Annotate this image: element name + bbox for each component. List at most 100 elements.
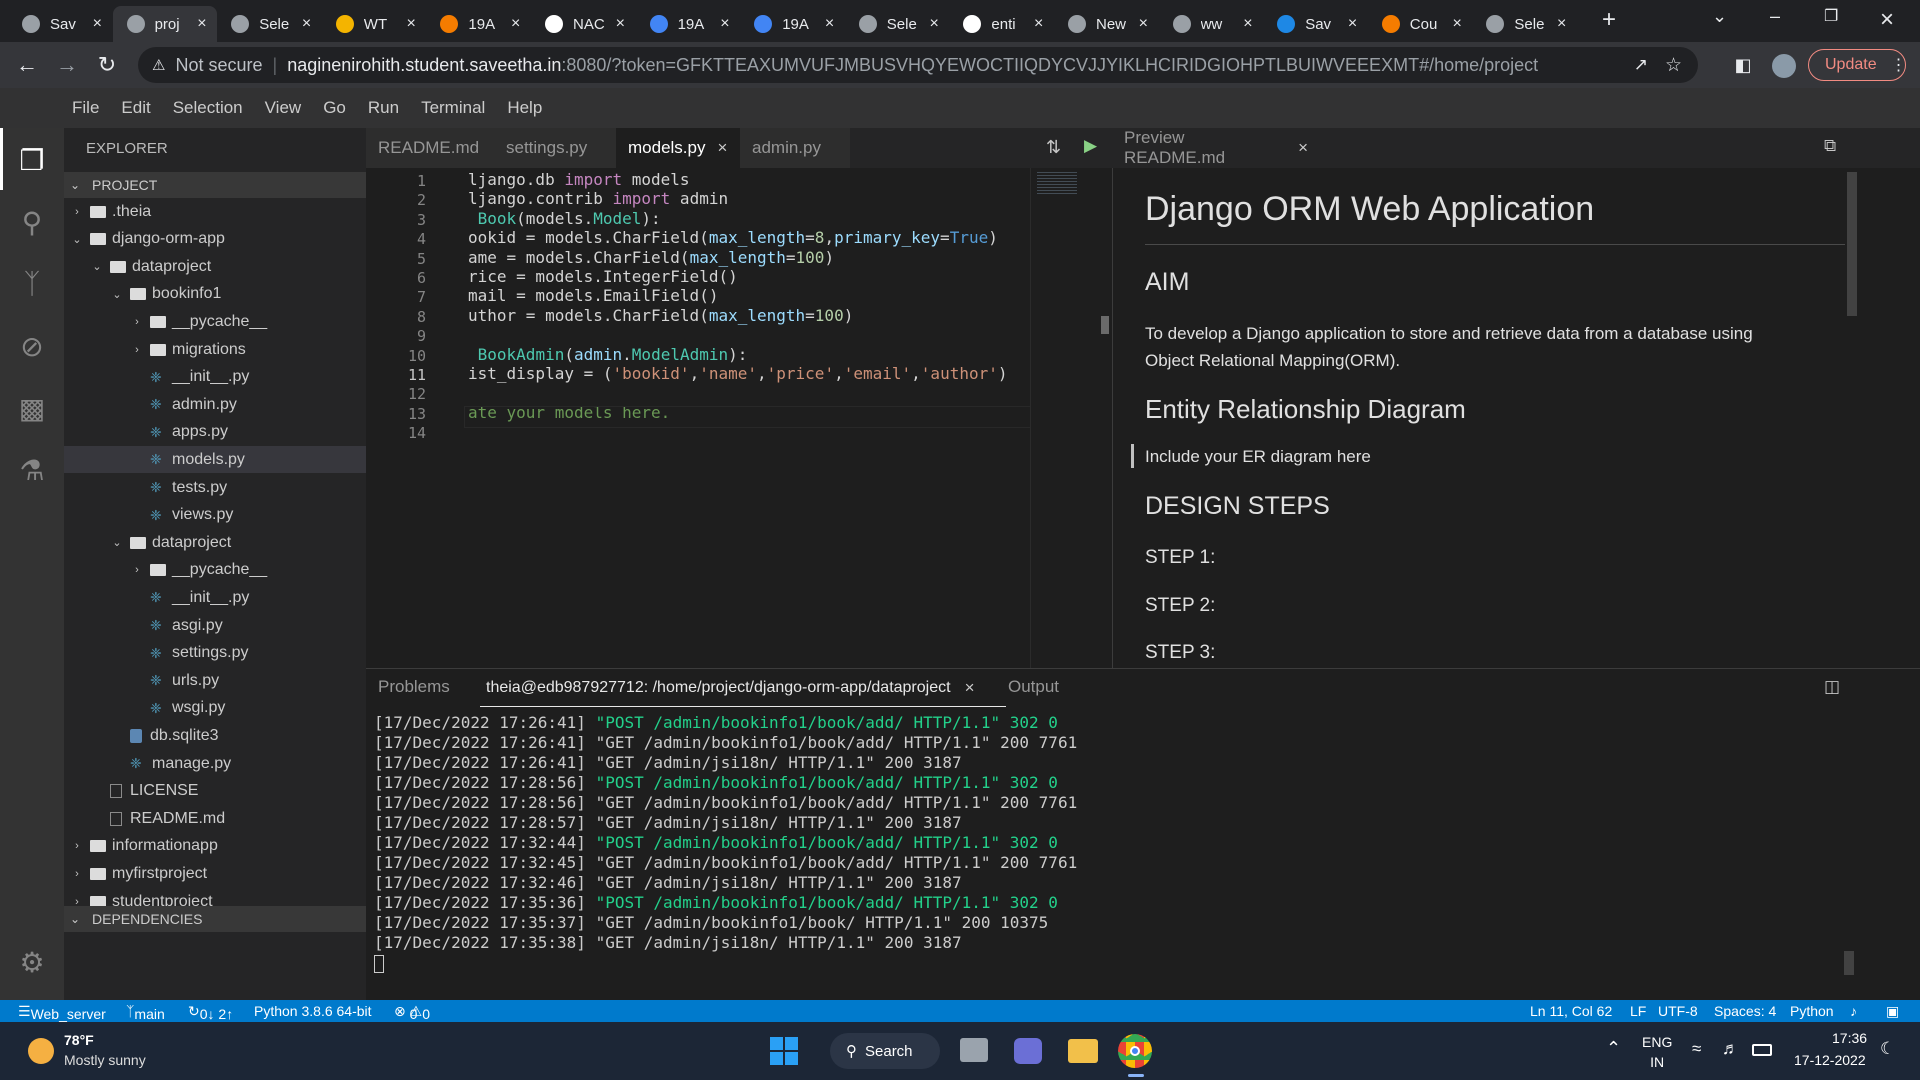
weather-desc[interactable]: Mostly sunny — [64, 1052, 146, 1068]
start-icon[interactable] — [770, 1037, 798, 1065]
reload-icon[interactable]: ↻ — [92, 50, 122, 80]
back-icon[interactable]: ← — [12, 50, 42, 80]
wifi-icon[interactable]: ≈ — [1692, 1039, 1701, 1059]
browser-tab[interactable]: Sav × — [1263, 6, 1367, 42]
run-icon[interactable]: ▶ — [1084, 136, 1097, 156]
sync-status[interactable]: ↻ 0↓ 2↑ — [188, 1003, 233, 1022]
tree-folder[interactable]: ⌄ django-orm-app — [64, 226, 366, 253]
tab-admin[interactable]: admin.py — [740, 128, 850, 168]
cursor-position[interactable]: Ln 11, Col 62 — [1530, 1003, 1612, 1019]
close-icon[interactable]: × — [1452, 15, 1461, 33]
close-icon[interactable]: × — [1557, 15, 1566, 33]
tree-file[interactable]: ❈ tests.py — [64, 474, 366, 501]
forward-icon[interactable]: → — [52, 50, 82, 80]
browser-tab[interactable]: proj × — [112, 6, 217, 42]
restore-icon[interactable]: ❐ — [1824, 6, 1838, 26]
browser-tab[interactable]: ww × — [1159, 6, 1263, 42]
browser-tab[interactable]: Cou × — [1368, 6, 1472, 42]
tree-file[interactable]: LICENSE — [64, 778, 366, 805]
task-view-icon[interactable] — [960, 1038, 988, 1062]
eol-status[interactable]: LF — [1630, 1003, 1646, 1019]
input-language[interactable]: ENG IN — [1642, 1032, 1672, 1072]
menu-help[interactable]: Help — [507, 98, 542, 118]
source-control-icon[interactable]: ᛉ — [14, 266, 50, 302]
maximize-panel-icon[interactable]: ◫ — [1824, 677, 1840, 697]
tab-models[interactable]: models.py × — [616, 128, 740, 168]
close-icon[interactable]: × — [93, 15, 102, 33]
browser-tab[interactable]: enti × — [949, 6, 1053, 42]
problems-status[interactable]: ⊗ 0 ⚠ 0 — [394, 1003, 430, 1022]
tree-file[interactable]: ❈ asgi.py — [64, 612, 366, 639]
tab-search-icon[interactable]: ⌄ — [1712, 6, 1727, 27]
minimize-icon[interactable]: – — [1770, 6, 1780, 27]
extensions-icon[interactable]: ▩ — [14, 390, 50, 426]
tree-file[interactable]: ❈ __init__.py — [64, 584, 366, 611]
battery-icon[interactable] — [1752, 1044, 1772, 1056]
tab-terminal[interactable]: theia@edb987927712: /home/project/django… — [480, 669, 1006, 707]
tree-folder[interactable]: ⌄ bookinfo1 — [64, 281, 366, 308]
tree-folder[interactable]: ⌄ dataproject — [64, 529, 366, 556]
close-icon[interactable]: × — [1243, 15, 1252, 33]
browser-tab[interactable]: 19A × — [426, 6, 530, 42]
close-icon[interactable]: × — [825, 15, 834, 33]
tree-file[interactable]: ❈ views.py — [64, 502, 366, 529]
menu-run[interactable]: Run — [368, 98, 399, 118]
tree-file[interactable]: ❈ __init__.py — [64, 364, 366, 391]
tray-chevron-icon[interactable]: ⌃ — [1606, 1038, 1621, 1059]
tree-file[interactable]: ❈ urls.py — [64, 667, 366, 694]
close-icon[interactable]: × — [406, 15, 415, 33]
tab-settings[interactable]: settings.py — [494, 128, 616, 168]
browser-tab[interactable]: 19A × — [636, 6, 740, 42]
close-icon[interactable]: × — [616, 15, 625, 33]
tree-file[interactable]: ❈ settings.py — [64, 640, 366, 667]
minimap-slider[interactable] — [1101, 316, 1109, 334]
bookmark-star-icon[interactable]: ☆ — [1665, 54, 1682, 77]
browser-tab[interactable]: Sav × — [8, 6, 112, 42]
tree-file[interactable]: ❈ apps.py — [64, 419, 366, 446]
settings-gear-icon[interactable]: ⚙ — [14, 944, 50, 980]
layout-icon[interactable]: ▣ — [1886, 1003, 1899, 1020]
tree-file[interactable]: ❈ wsgi.py — [64, 695, 366, 722]
browser-tab[interactable]: NAC × — [531, 6, 635, 42]
code-editor[interactable]: 1 2 3 4 5 6 7 8 9 10 11 12 13 14 ljango.db import mod… — [366, 168, 1112, 668]
tree-folder[interactable]: ⌄ dataproject — [64, 253, 366, 280]
tree-file[interactable]: db.sqlite3 — [64, 722, 366, 749]
python-interpreter[interactable]: Python 3.8.6 64-bit — [254, 1003, 372, 1019]
tree-file[interactable]: README.md — [64, 805, 366, 832]
close-icon[interactable]: × — [197, 15, 206, 33]
tree-file[interactable]: ❈ manage.py — [64, 750, 366, 777]
project-section-header[interactable]: ⌄ PROJECT — [64, 172, 366, 198]
menu-go[interactable]: Go — [323, 98, 346, 118]
language-status[interactable]: Python — [1790, 1003, 1834, 1019]
close-icon[interactable]: × — [1298, 138, 1308, 158]
browser-tab[interactable]: Sele × — [1472, 6, 1576, 42]
close-icon[interactable]: × — [302, 15, 311, 33]
dependencies-section-header[interactable]: ⌄ DEPENDENCIES — [64, 906, 366, 932]
clock-date[interactable]: 17-12-2022 — [1794, 1052, 1866, 1068]
tree-folder[interactable]: › informationapp — [64, 833, 366, 860]
browser-tab[interactable]: 19A × — [740, 6, 844, 42]
side-panel-icon[interactable]: ◧ — [1728, 50, 1758, 80]
close-icon[interactable]: × — [965, 678, 975, 698]
tree-folder[interactable]: › __pycache__ — [64, 308, 366, 335]
browser-tab[interactable]: New × — [1054, 6, 1158, 42]
close-icon[interactable]: × — [511, 15, 520, 33]
debug-icon[interactable]: ⊘ — [14, 328, 50, 364]
explorer-icon[interactable]: ❐ — [14, 142, 50, 178]
encoding-status[interactable]: UTF-8 — [1658, 1003, 1698, 1019]
notifications-icon[interactable]: ☾ — [1880, 1039, 1895, 1059]
close-icon[interactable]: × — [1034, 15, 1043, 33]
menu-terminal[interactable]: Terminal — [421, 98, 485, 118]
search-icon[interactable]: ⚲ — [14, 204, 50, 240]
terminal-scrollbar[interactable] — [1844, 951, 1854, 975]
window-close-icon[interactable]: × — [1880, 6, 1894, 34]
file-explorer-icon[interactable] — [1068, 1039, 1098, 1063]
branch-status[interactable]: ᛉ main — [126, 1003, 165, 1022]
menu-selection[interactable]: Selection — [173, 98, 243, 118]
update-button[interactable]: Update ⋮ — [1808, 49, 1907, 81]
close-icon[interactable]: × — [717, 138, 727, 158]
tree-file[interactable]: ❈ admin.py — [64, 391, 366, 418]
open-source-icon[interactable]: ⧉ — [1824, 136, 1836, 156]
tree-file[interactable]: ❈ models.py — [64, 446, 366, 474]
menu-edit[interactable]: Edit — [121, 98, 150, 118]
